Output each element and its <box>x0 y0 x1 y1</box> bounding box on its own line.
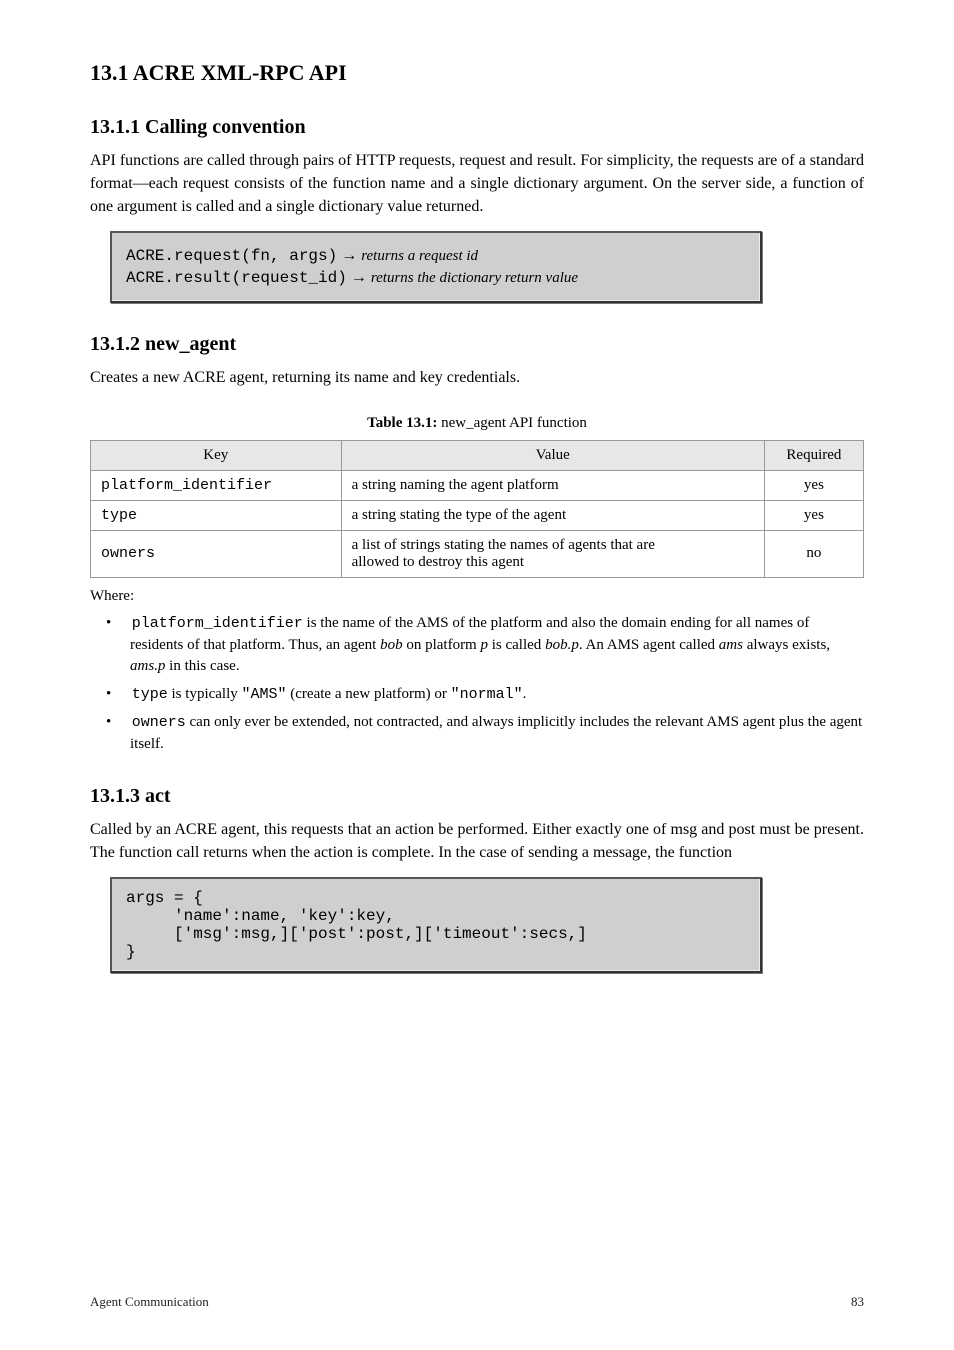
where-text: is typically <box>168 686 242 702</box>
where-code-literal: "normal" <box>451 686 523 703</box>
table-caption: Table 13.1: new_agent API function <box>90 415 864 432</box>
bullet-icon: • <box>118 712 128 734</box>
where-text: . An AMS agent called <box>579 637 719 653</box>
table-header-required: Required <box>764 440 863 470</box>
where-code: owners <box>132 714 186 731</box>
where-intro: Where: <box>90 588 864 605</box>
where-text: (create a new platform) or <box>287 686 451 702</box>
page-footer: Agent Communication 83 <box>0 1294 954 1310</box>
table-row: type a string stating the type of the ag… <box>91 500 864 530</box>
section-title: 13.1 ACRE XML-RPC API <box>90 60 864 86</box>
cell-key: platform_identifier <box>91 470 342 500</box>
table-row: owners a list of strings stating the nam… <box>91 530 864 577</box>
subheading-calling-convention: 13.1.1 Calling convention <box>90 116 864 139</box>
footer-left: Agent Communication <box>90 1294 209 1310</box>
where-code-literal: "AMS" <box>242 686 287 703</box>
table-caption-text: new_agent API function <box>441 415 587 431</box>
code-request-returns: returns a request id <box>361 248 478 264</box>
footer-page-number: 83 <box>851 1294 864 1310</box>
api-table-new-agent: Key Value Required platform_identifier a… <box>90 440 864 578</box>
where-text: is called <box>488 637 545 653</box>
cell-value-line2: allowed to destroy this agent <box>352 554 524 570</box>
cell-value: a string naming the agent platform <box>341 470 764 500</box>
where-item: • type is typically "AMS" (create a new … <box>118 684 864 706</box>
where-text: in this case. <box>165 658 239 674</box>
paragraph-calling-convention: API functions are called through pairs o… <box>90 149 864 219</box>
code-result-returns: returns the dictionary return value <box>371 270 578 286</box>
where-ital: ams <box>719 637 743 653</box>
where-ital: bob <box>380 637 403 653</box>
where-text: can only ever be extended, not contracte… <box>130 714 862 752</box>
where-item: • owners can only ever be extended, not … <box>118 712 864 756</box>
where-text: always exists, <box>743 637 830 653</box>
cell-required: yes <box>764 500 863 530</box>
cell-value-line1: a list of strings stating the names of a… <box>352 537 655 553</box>
code-panel-act: args = { 'name':name, 'key':key, ['msg':… <box>110 877 762 973</box>
code-line: ['msg':msg,]['post':post,]['timeout':sec… <box>174 925 746 943</box>
where-code: type <box>132 686 168 703</box>
cell-key: owners <box>91 530 342 577</box>
arrow-icon: → <box>341 247 357 264</box>
where-ital: bob.p <box>545 637 579 653</box>
code-line: 'name':name, 'key':key, <box>174 907 746 925</box>
bullet-icon: • <box>118 684 128 706</box>
cell-required: no <box>764 530 863 577</box>
table-caption-label: Table 13.1: <box>367 415 437 431</box>
code-request-call: ACRE.request(fn, args) <box>126 247 337 265</box>
table-header-row: Key Value Required <box>91 440 864 470</box>
cell-required: yes <box>764 470 863 500</box>
subheading-new-agent: 13.1.2 new_agent <box>90 333 864 356</box>
table-header-key: Key <box>91 440 342 470</box>
bullet-icon: • <box>118 613 128 635</box>
table-header-value: Value <box>341 440 764 470</box>
cell-key: type <box>91 500 342 530</box>
code-panel-calling-convention: ACRE.request(fn, args) → returns a reque… <box>110 231 762 303</box>
where-item: • platform_identifier is the name of the… <box>118 613 864 678</box>
cell-value: a list of strings stating the names of a… <box>341 530 764 577</box>
code-line: } <box>126 943 746 961</box>
table-row: platform_identifier a string naming the … <box>91 470 864 500</box>
subheading-act: 13.1.3 act <box>90 785 864 808</box>
paragraph-act: Called by an ACRE agent, this requests t… <box>90 818 864 864</box>
paragraph-new-agent: Creates a new ACRE agent, returning its … <box>90 366 864 389</box>
where-list: Where: • platform_identifier is the name… <box>90 588 864 756</box>
where-code: platform_identifier <box>132 615 303 632</box>
where-ital: p <box>480 637 488 653</box>
where-text: on platform <box>403 637 481 653</box>
code-line: args = { <box>126 889 746 907</box>
code-result-call: ACRE.result(request_id) <box>126 269 347 287</box>
cell-value: a string stating the type of the agent <box>341 500 764 530</box>
where-ital: ams.p <box>130 658 165 674</box>
where-text: . <box>523 686 527 702</box>
arrow-icon: → <box>351 269 367 286</box>
